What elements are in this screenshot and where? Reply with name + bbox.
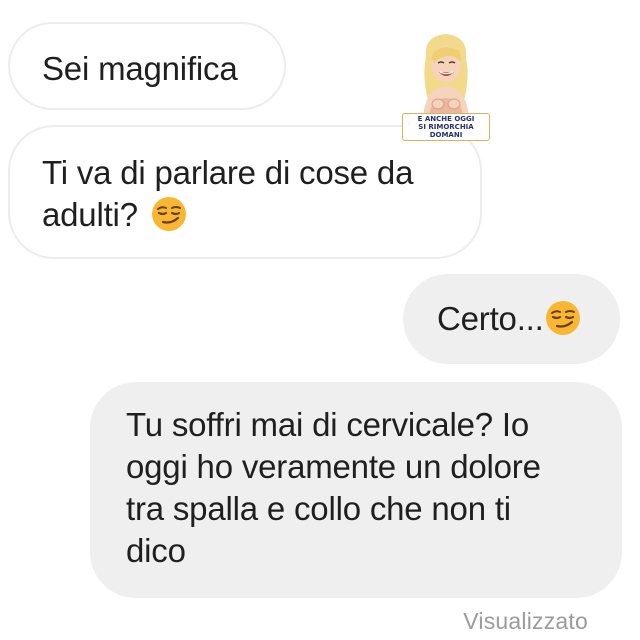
- sent-message-bubble[interactable]: Certo...: [403, 274, 620, 364]
- sent-message-bubble[interactable]: Tu soffri mai di cervicale? Io oggi ho v…: [90, 382, 622, 598]
- message-text: Tu soffri mai di cervicale? Io: [126, 406, 529, 443]
- message-text: oggi ho veramente un dolore: [126, 448, 541, 485]
- message-text: Ti va di parlare di cose da: [42, 154, 414, 191]
- smirking-face-emoji: [151, 197, 186, 231]
- message-text: Certo...: [437, 300, 544, 337]
- smirking-face-emoji: [545, 301, 580, 335]
- seen-status: Visualizzato: [463, 608, 588, 634]
- message-text: adulti?: [42, 196, 138, 233]
- message-text: tra spalla e collo che non ti: [126, 490, 511, 527]
- message-text: Sei magnifica: [42, 50, 238, 87]
- watermark-caption: E ANCHE OGGI SI RIMORCHIA DOMANI: [402, 113, 490, 141]
- received-message-bubble[interactable]: Sei magnifica: [8, 22, 286, 110]
- message-text: dico: [126, 532, 186, 569]
- received-message-bubble[interactable]: Ti va di parlare di cose da adulti?: [8, 125, 482, 259]
